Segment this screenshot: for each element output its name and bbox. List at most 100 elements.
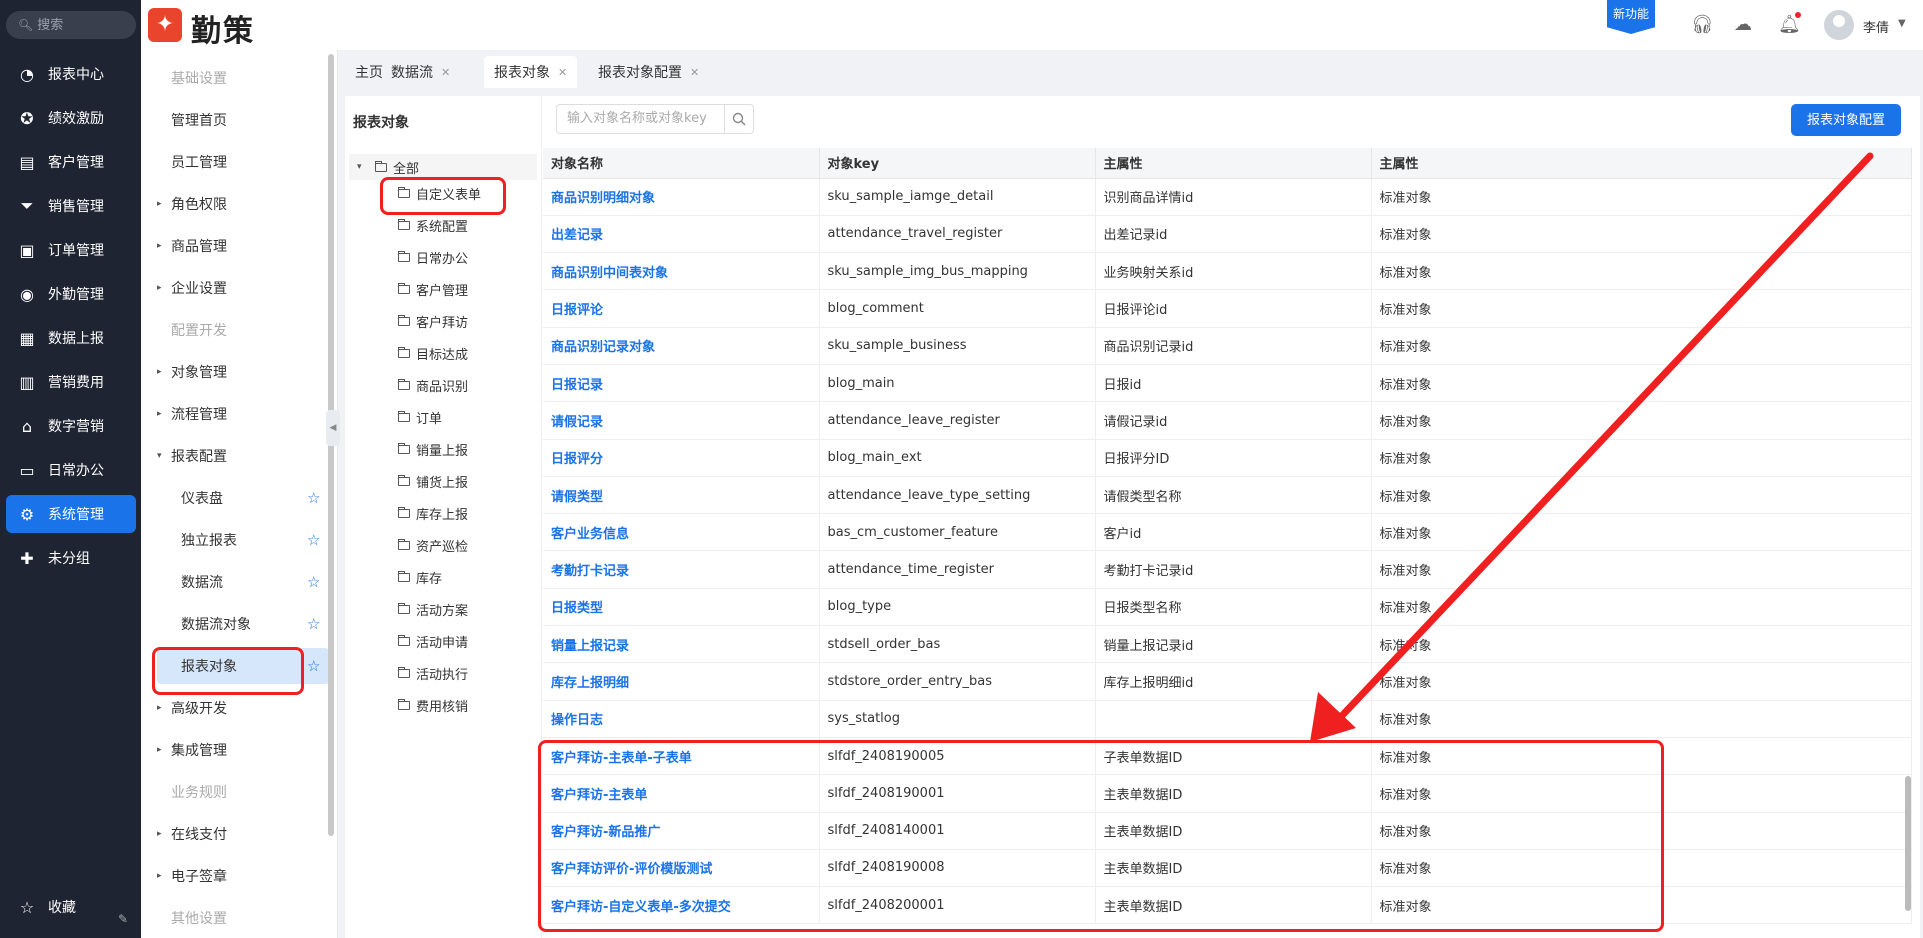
tree-node[interactable]: 目标达成 [398, 340, 468, 366]
sidebar-item[interactable]: ◉ 外勤管理 [6, 275, 136, 313]
caret-down-icon[interactable]: ▾ [157, 451, 162, 461]
headset-icon[interactable]: 🎧︎ [1691, 14, 1714, 35]
column-header[interactable]: 对象key [819, 148, 1096, 179]
submenu-item[interactable]: ▸ 对象管理 [141, 354, 331, 390]
sidebar-item[interactable]: ⚙ 系统管理 [6, 495, 136, 533]
submenu-item[interactable]: ▸ 商品管理 [141, 228, 331, 264]
object-name-link[interactable]: 日报类型 [543, 588, 820, 627]
object-name-link[interactable]: 日报评分 [543, 439, 820, 477]
caret-right-icon[interactable]: ▸ [157, 241, 162, 251]
object-name-link[interactable]: 日报记录 [543, 364, 820, 403]
tab-2[interactable]: 报表对象 ✕ [484, 56, 578, 88]
search-button[interactable] [724, 104, 754, 134]
sidebar-item[interactable]: ◔ 报表中心 [6, 55, 136, 93]
sidebar-item[interactable]: ▣ 订单管理 [6, 231, 136, 269]
submenu-item[interactable]: ▸ 流程管理 [141, 396, 331, 432]
caret-right-icon[interactable]: ▸ [157, 367, 162, 377]
star-icon[interactable]: ☆ [307, 615, 320, 633]
tree-node[interactable]: 销量上报 [398, 436, 468, 462]
sidebar-item[interactable]: ▤ 客户管理 [6, 143, 136, 181]
tab-3[interactable]: 报表对象配置 ✕ [588, 56, 709, 88]
close-icon[interactable]: ✕ [558, 66, 567, 79]
tree-node[interactable]: 活动申请 [398, 628, 468, 654]
sidebar-item[interactable]: ▥ 营销费用 [6, 363, 136, 401]
object-name-link[interactable]: 销量上报记录 [543, 625, 820, 664]
tree-node[interactable]: 日常办公 [398, 244, 468, 270]
submenu-item[interactable]: 独立报表 ☆ [141, 522, 331, 558]
object-name-link[interactable]: 客户拜访-主表单-子表单 [543, 737, 820, 776]
sidebar-item[interactable]: ✪ 绩效激励 [6, 99, 136, 137]
cloud-download-icon[interactable]: ☁ [1734, 14, 1752, 35]
star-icon[interactable]: ☆ [307, 531, 320, 549]
object-search-input[interactable]: 输入对象名称或对象key [556, 104, 724, 134]
tree-node[interactable]: 系统配置 [398, 212, 468, 238]
sidebar-item[interactable]: ▭ 日常办公 [6, 451, 136, 489]
caret-right-icon[interactable]: ▸ [157, 703, 162, 713]
submenu-item[interactable]: 员工管理 [141, 144, 331, 180]
sidebar-item[interactable]: ⏷ 销售管理 [6, 187, 136, 225]
object-name-link[interactable]: 客户拜访评价-评价模版测试 [543, 849, 820, 888]
column-header[interactable]: 主属性 [1095, 148, 1372, 179]
submenu-item[interactable]: 管理首页 [141, 102, 331, 138]
object-name-link[interactable]: 考勤打卡记录 [543, 550, 820, 589]
star-icon[interactable]: ☆ [307, 573, 320, 591]
new-feature-badge[interactable]: 新功能 [1607, 0, 1655, 34]
submenu-item[interactable]: ▸ 企业设置 [141, 270, 331, 306]
caret-right-icon[interactable]: ▸ [157, 871, 162, 881]
column-header[interactable]: 对象名称 [543, 148, 820, 179]
column-header[interactable]: 主属性 [1371, 148, 1912, 179]
tree-node[interactable]: 活动方案 [398, 596, 468, 622]
caret-right-icon[interactable]: ▸ [157, 199, 162, 209]
tree-node[interactable]: 铺货上报 [398, 468, 468, 494]
star-icon[interactable]: ☆ [307, 657, 320, 675]
submenu-item[interactable]: ▸ 在线支付 [141, 816, 331, 852]
submenu-item[interactable]: 数据流 ☆ [141, 564, 331, 600]
user-name[interactable]: 李倩 [1863, 17, 1889, 36]
submenu-item[interactable]: 数据流对象 ☆ [141, 606, 331, 642]
object-name-link[interactable]: 请假记录 [543, 401, 820, 440]
object-name-link[interactable]: 客户拜访-新品推广 [543, 812, 820, 850]
close-icon[interactable]: ✕ [690, 66, 699, 79]
submenu-item[interactable]: 报表对象 ☆ [157, 648, 329, 684]
tree-node[interactable]: 资产巡检 [398, 532, 468, 558]
collapse-sidebar-button[interactable]: ◀ [326, 410, 340, 446]
sidebar-item[interactable]: ⌂ 数字营销 [6, 407, 136, 445]
object-name-link[interactable]: 客户拜访-主表单 [543, 774, 820, 813]
report-object-config-button[interactable]: 报表对象配置 [1791, 104, 1901, 136]
chevron-down-icon[interactable]: ▼ [1898, 18, 1906, 29]
sidebar-search-input[interactable]: 🔍︎ 搜索 [6, 11, 136, 39]
avatar[interactable] [1824, 10, 1854, 40]
sidebar-item[interactable]: ▦ 数据上报 [6, 319, 136, 357]
object-name-link[interactable]: 商品识别中间表对象 [543, 252, 820, 291]
submenu-item[interactable]: ▸ 电子签章 [141, 858, 331, 894]
sidebar-item[interactable]: ✚ 未分组 [6, 539, 136, 577]
object-name-link[interactable]: 请假类型 [543, 476, 820, 515]
close-icon[interactable]: ✕ [441, 66, 450, 79]
tree-node[interactable]: 自定义表单 [398, 180, 481, 206]
tree-node-root[interactable]: ▾ 全部 [349, 154, 537, 180]
tree-node[interactable]: 库存上报 [398, 500, 468, 526]
caret-right-icon[interactable]: ▸ [157, 745, 162, 755]
tree-node[interactable]: 库存 [398, 564, 442, 590]
object-name-link[interactable]: 客户拜访-自定义表单-多次提交 [543, 886, 820, 925]
tab-1[interactable]: 数据流 ✕ [381, 56, 460, 88]
submenu-item[interactable]: ▸ 集成管理 [141, 732, 331, 768]
object-name-link[interactable]: 操作日志 [543, 700, 820, 738]
caret-down-icon[interactable]: ▾ [357, 162, 362, 172]
submenu-item[interactable]: 仪表盘 ☆ [141, 480, 331, 516]
caret-right-icon[interactable]: ▸ [157, 283, 162, 293]
submenu-item[interactable]: ▾ 报表配置 [141, 438, 331, 474]
tree-node[interactable]: 客户管理 [398, 276, 468, 302]
object-name-link[interactable]: 商品识别记录对象 [543, 327, 820, 365]
star-icon[interactable]: ☆ [307, 489, 320, 507]
object-name-link[interactable]: 库存上报明细 [543, 662, 820, 701]
sidebar-favorites[interactable]: ☆ 收藏 [6, 888, 136, 926]
submenu-item[interactable]: ▸ 角色权限 [141, 186, 331, 222]
object-name-link[interactable]: 商品识别明细对象 [543, 178, 820, 216]
caret-right-icon[interactable]: ▸ [157, 409, 162, 419]
pin-icon[interactable]: ✎ [118, 912, 128, 926]
object-name-link[interactable]: 客户业务信息 [543, 513, 820, 552]
tree-node[interactable]: 费用核销 [398, 692, 468, 718]
object-name-link[interactable]: 出差记录 [543, 215, 820, 254]
tree-node[interactable]: 订单 [398, 404, 442, 430]
